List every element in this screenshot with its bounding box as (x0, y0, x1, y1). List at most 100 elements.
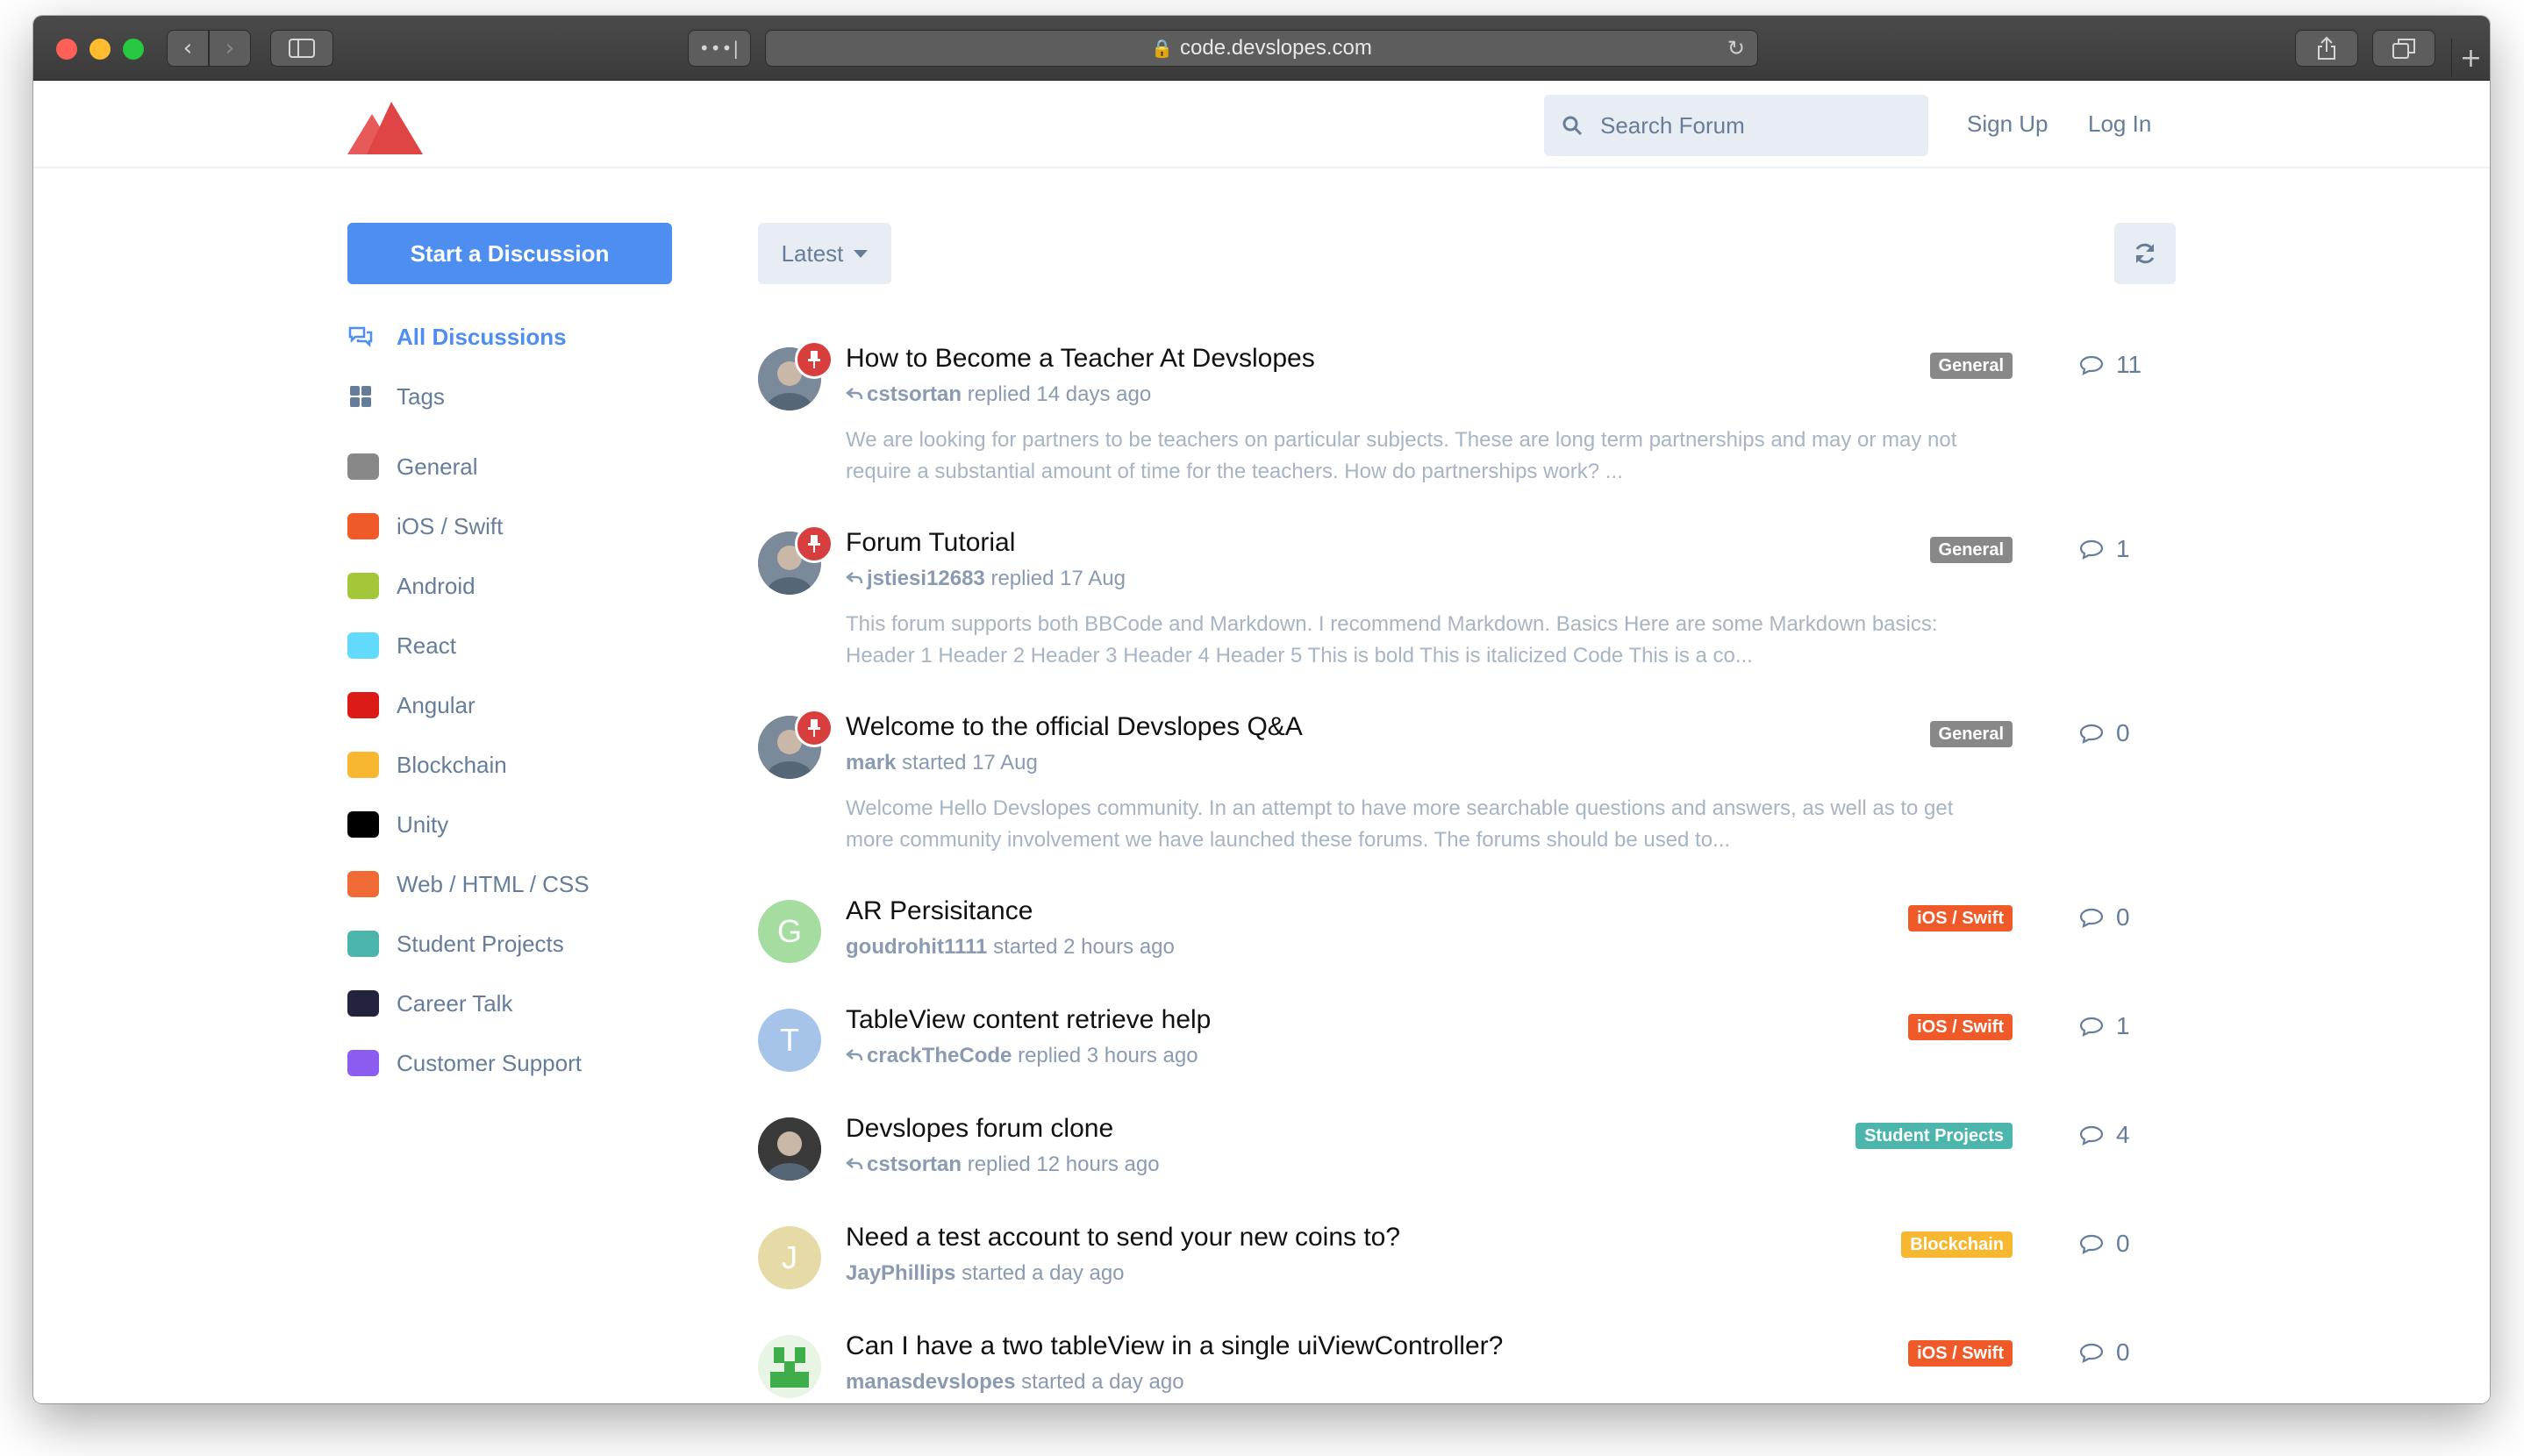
avatar-letter: G (776, 913, 802, 949)
more-button[interactable]: •••| (688, 30, 751, 67)
discussion-row[interactable]: J Need a test account to send your new co… (758, 1223, 2179, 1314)
chevron-right-icon: › (225, 35, 235, 61)
sort-dropdown[interactable]: Latest (758, 223, 891, 284)
discussion-row[interactable]: How to Become a Teacher At Devslopes csts… (758, 340, 2179, 505)
discussion-action: replied 3 hours ago (1018, 1044, 1198, 1067)
nav-tags-label: Tags (397, 382, 445, 410)
sidebar-tag-item[interactable]: Customer Support (347, 1046, 582, 1081)
sidebar-toggle-button[interactable] (270, 30, 333, 67)
discussion-tag-badge[interactable]: iOS / Swift (1908, 905, 2013, 931)
minimize-window-button[interactable] (89, 39, 111, 60)
discussion-user[interactable]: cstsortan (867, 382, 962, 406)
discussion-row[interactable]: Can I have a two tableView in a single u… (758, 1331, 2179, 1403)
sidebar-tag-label: Blockchain (397, 751, 507, 778)
devslopes-logo[interactable] (347, 102, 423, 154)
new-tab-button[interactable]: + (2451, 39, 2490, 77)
discussion-tag-badge[interactable]: iOS / Swift (1908, 1014, 2013, 1040)
sidebar-tag-item[interactable]: Web / HTML / CSS (347, 867, 590, 902)
sidebar-tag-item[interactable]: iOS / Swift (347, 509, 503, 544)
user-avatar[interactable]: G (758, 900, 821, 963)
pin-icon (808, 351, 820, 368)
user-avatar[interactable] (758, 1117, 821, 1181)
discussion-user[interactable]: crackTheCode (867, 1044, 1012, 1067)
discussion-title[interactable]: TableView content retrieve help (846, 1005, 1211, 1035)
discussion-user[interactable]: cstsortan (867, 1153, 962, 1176)
share-icon (2318, 36, 2335, 60)
discussion-row[interactable]: Forum Tutorial jstiesi12683 replied 17 Au… (758, 525, 2179, 689)
discussion-user[interactable]: jstiesi12683 (867, 567, 985, 590)
discussion-tag-badge[interactable]: Blockchain (1901, 1231, 2013, 1258)
discussion-user[interactable]: JayPhillips (846, 1261, 955, 1285)
zoom-window-button[interactable] (123, 39, 144, 60)
search-input[interactable]: Search Forum (1544, 95, 1928, 156)
sidebar-tag-item[interactable]: Unity (347, 807, 448, 842)
sidebar-tag-item[interactable]: Android (347, 568, 475, 603)
forum-page: Search Forum Sign Up Log In Start a Disc… (33, 81, 2490, 1403)
discussion-tag-badge[interactable]: iOS / Swift (1908, 1340, 2013, 1367)
discussion-user[interactable]: goudrohit1111 (846, 935, 987, 959)
user-avatar[interactable]: J (758, 1226, 821, 1289)
tabs-icon (2392, 39, 2415, 59)
discussion-user[interactable]: manasdevslopes (846, 1370, 1015, 1394)
discussion-user[interactable]: mark (846, 751, 896, 774)
discussion-tag-badge[interactable]: General (1929, 721, 2013, 747)
sidebar-tag-item[interactable]: Blockchain (347, 747, 507, 782)
identicon-icon (770, 1347, 809, 1388)
discussion-title[interactable]: Need a test account to send your new coi… (846, 1223, 1400, 1253)
sidebar-tag-label: Unity (397, 810, 449, 838)
sidebar-tag-item[interactable]: Career Talk (347, 986, 512, 1021)
nav-tags[interactable]: Tags (347, 379, 445, 414)
discussion-row[interactable]: T TableView content retrieve help crackThe… (758, 1005, 2179, 1096)
close-window-button[interactable] (56, 39, 77, 60)
sidebar-tag-item[interactable]: Angular (347, 688, 475, 723)
discussion-title[interactable]: Devslopes forum clone (846, 1114, 1113, 1144)
tabs-overview-button[interactable] (2372, 30, 2435, 67)
back-button[interactable]: ‹ (167, 30, 209, 67)
sidebar-tag-label: iOS / Swift (397, 512, 504, 539)
sidebar-tag-item[interactable]: Student Projects (347, 926, 564, 961)
share-button[interactable] (2295, 30, 2358, 67)
sidebar-tag-label: React (397, 632, 456, 659)
pinned-badge (795, 340, 833, 379)
discussion-row[interactable]: Welcome to the official Devslopes Q&A mar… (758, 709, 2179, 874)
reload-icon[interactable]: ↻ (1727, 36, 1745, 61)
tag-color-swatch (347, 573, 379, 599)
chevron-left-icon: ‹ (182, 35, 193, 61)
reply-count-value: 1 (2116, 1012, 2130, 1039)
nav-all-discussions[interactable]: All Discussions (347, 319, 567, 354)
discussion-action: started 17 Aug (902, 751, 1038, 774)
discussion-title[interactable]: AR Persisitance (846, 896, 1033, 926)
reply-count-value: 0 (2116, 903, 2130, 931)
discussion-row[interactable]: G AR Persisitance goudrohit1111 started 2 … (758, 896, 2179, 988)
discussion-row[interactable]: Devslopes forum clone cstsortan replied 1… (758, 1114, 2179, 1205)
search-placeholder: Search Forum (1600, 111, 1745, 139)
refresh-button[interactable] (2114, 223, 2176, 284)
start-discussion-button[interactable]: Start a Discussion (347, 223, 672, 284)
discussion-title[interactable]: Forum Tutorial (846, 528, 1015, 558)
discussion-action: replied 12 hours ago (967, 1153, 1160, 1176)
discussion-action: started 2 hours ago (993, 935, 1175, 959)
chat-bubbles-icon (347, 324, 374, 350)
discussion-tag-badge[interactable]: General (1929, 537, 2013, 563)
user-avatar[interactable] (758, 1335, 821, 1398)
discussion-title[interactable]: Can I have a two tableView in a single u… (846, 1331, 1503, 1361)
forward-button[interactable]: › (209, 30, 251, 67)
discussion-title[interactable]: How to Become a Teacher At Devslopes (846, 344, 1315, 374)
reply-count: 1 (2079, 1012, 2130, 1040)
discussion-excerpt: This forum supports both BBCode and Mark… (846, 612, 1938, 667)
sidebar-tag-item[interactable]: General (347, 449, 478, 484)
log-in-link[interactable]: Log In (2088, 111, 2151, 138)
discussion-meta: cstsortan replied 14 days ago (846, 382, 1151, 407)
address-bar[interactable]: 🔒 code.devslopes.com ↻ (765, 30, 1758, 67)
user-avatar[interactable]: T (758, 1009, 821, 1072)
sign-up-link[interactable]: Sign Up (1967, 111, 2049, 138)
pin-icon (808, 719, 820, 737)
user-photo-icon (758, 1117, 821, 1181)
tag-color-swatch (347, 692, 379, 718)
sidebar-tag-item[interactable]: React (347, 628, 456, 663)
discussion-title[interactable]: Welcome to the official Devslopes Q&A (846, 712, 1303, 742)
discussion-tag-badge[interactable]: Student Projects (1855, 1123, 2013, 1149)
reply-count-value: 1 (2116, 535, 2130, 562)
avatar-letter: T (780, 1022, 799, 1058)
discussion-tag-badge[interactable]: General (1929, 353, 2013, 379)
